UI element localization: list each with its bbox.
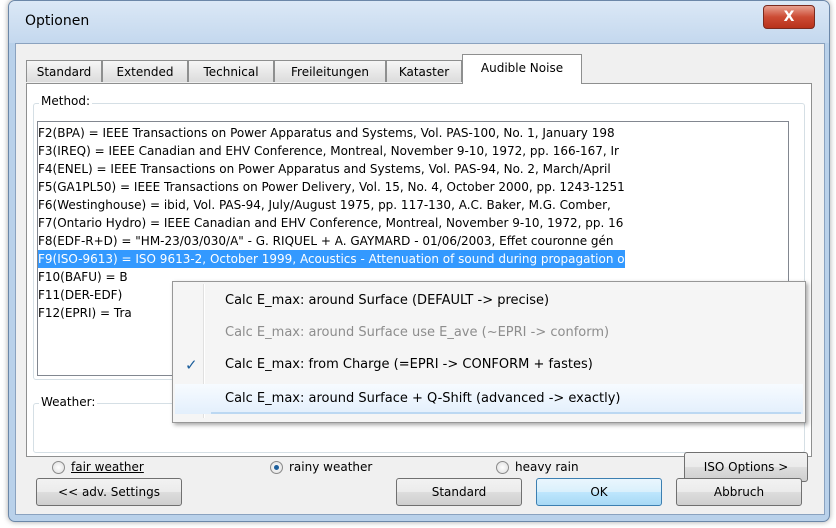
radio-button-icon — [52, 461, 65, 474]
cancel-button[interactable]: Abbruch — [676, 478, 802, 506]
dialog-client: Standard Extended Technical Freileitunge… — [15, 43, 825, 515]
menu-item-label: Calc E_max: around Surface use E_ave (~E… — [225, 325, 610, 340]
context-menu: Calc E_max: around Surface (DEFAULT -> p… — [172, 281, 806, 423]
radio-fair-weather[interactable]: fair weather — [52, 458, 144, 476]
menu-item-q-shift[interactable]: Calc E_max: around Surface + Q-Shift (ad… — [175, 384, 803, 414]
method-item[interactable]: F3(IREQ) = IEEE Canadian and EHV Confere… — [38, 142, 619, 160]
title-bar: Optionen X — [9, 1, 829, 43]
method-label: Method: — [39, 94, 93, 108]
radio-heavy-rain[interactable]: heavy rain — [496, 458, 579, 476]
menu-item-around-surface-default[interactable]: Calc E_max: around Surface (DEFAULT -> p… — [175, 286, 803, 316]
adv-settings-button[interactable]: << adv. Settings — [36, 478, 182, 506]
method-item[interactable]: F6(Westinghouse) = ibid, Vol. PAS-94, Ju… — [38, 196, 611, 214]
method-item-selected[interactable]: F9(ISO-9613) = ISO 9613-2, October 1999,… — [38, 250, 625, 268]
menu-item-label: Calc E_max: around Surface + Q-Shift (ad… — [225, 391, 621, 406]
tab-standard[interactable]: Standard — [26, 60, 102, 82]
tab-kataster[interactable]: Kataster — [386, 60, 462, 82]
options-dialog: Optionen X Standard Extended Technical F… — [8, 0, 830, 522]
radio-rainy-weather[interactable]: rainy weather — [270, 458, 372, 476]
method-item[interactable]: F8(EDF-R+D) = "HM-23/03/030/A" - G. RIQU… — [38, 232, 614, 250]
radio-button-icon — [496, 461, 509, 474]
weather-label: Weather: — [39, 395, 98, 409]
radio-button-selected-icon — [270, 461, 283, 474]
method-item[interactable]: F4(ENEL) = IEEE Transactions on Power Ap… — [38, 160, 611, 178]
window-title: Optionen — [25, 13, 90, 29]
method-item[interactable]: F7(Ontario Hydro) = IEEE Canadian and EH… — [38, 214, 623, 232]
tab-technical[interactable]: Technical — [188, 60, 274, 82]
checkmark-icon: ✓ — [185, 356, 198, 374]
menu-item-label: Calc E_max: around Surface (DEFAULT -> p… — [225, 293, 550, 308]
ok-button[interactable]: OK — [536, 478, 662, 506]
menu-item-label: Calc E_max: from Charge (=EPRI -> CONFOR… — [225, 357, 593, 372]
method-item[interactable]: F12(EPRI) = Tra — [38, 304, 132, 322]
radio-rainy-weather-label: rainy weather — [289, 460, 373, 474]
radio-fair-weather-label: fair weather — [71, 460, 144, 474]
menu-highlight-line — [211, 412, 801, 414]
tab-extended[interactable]: Extended — [102, 60, 188, 82]
method-item[interactable]: F10(BAFU) = B — [38, 268, 128, 286]
tab-freileitungen[interactable]: Freileitungen — [274, 60, 386, 82]
menu-item-from-charge[interactable]: ✓ Calc E_max: from Charge (=EPRI -> CONF… — [175, 350, 803, 380]
tab-audible-noise[interactable]: Audible Noise — [462, 54, 582, 84]
method-item[interactable]: F2(BPA) = IEEE Transactions on Power App… — [38, 124, 615, 142]
close-button[interactable]: X — [763, 5, 815, 29]
radio-heavy-rain-label: heavy rain — [515, 460, 579, 474]
method-item[interactable]: F11(DER-EDF) — [38, 286, 122, 304]
standard-button[interactable]: Standard — [396, 478, 522, 506]
menu-item-around-surface-eave: Calc E_max: around Surface use E_ave (~E… — [175, 318, 803, 348]
method-item[interactable]: F5(GA1PL50) = IEEE Transactions on Power… — [38, 178, 625, 196]
